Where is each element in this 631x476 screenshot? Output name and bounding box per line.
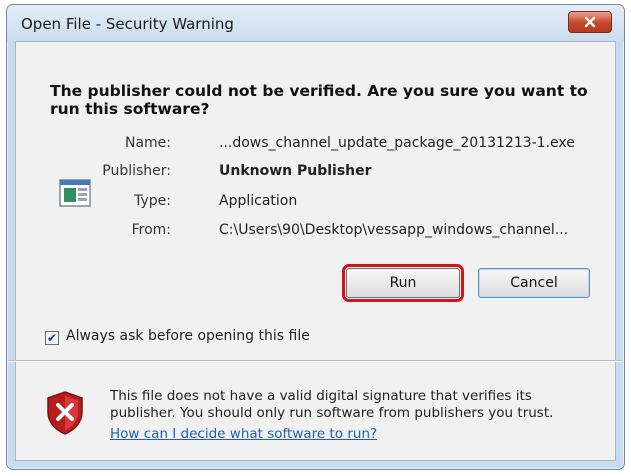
publisher-label: Publisher: (102, 163, 171, 179)
application-file-icon (59, 179, 91, 207)
window-title: Open File - Security Warning (21, 15, 234, 33)
close-button[interactable] (568, 11, 612, 33)
run-button[interactable]: Run (342, 264, 464, 302)
title-bar[interactable]: Open File - Security Warning (7, 5, 624, 41)
type-label: Type: (134, 193, 171, 209)
checkmark-icon: ✔ (46, 331, 58, 345)
close-icon (584, 16, 596, 28)
from-value: C:\Users\90\Desktop\vessapp_windows_chan… (219, 222, 569, 238)
publisher-value: Unknown Publisher (219, 163, 372, 179)
help-link[interactable]: How can I decide what software to run? (110, 426, 377, 442)
type-value: Application (219, 193, 298, 209)
warning-headline: The publisher could not be verified. Are… (50, 82, 588, 118)
cancel-button[interactable]: Cancel (478, 268, 590, 298)
name-label: Name: (124, 135, 171, 151)
footer-separator (8, 360, 623, 362)
always-ask-checkbox[interactable]: ✔ (45, 331, 59, 345)
from-label: From: (131, 222, 171, 238)
warning-message: This file does not have a valid digital … (110, 388, 554, 421)
name-value: ...dows_channel_update_package_20131213-… (219, 135, 575, 151)
always-ask-label[interactable]: Always ask before opening this file (66, 328, 310, 344)
security-shield-icon (47, 391, 83, 435)
